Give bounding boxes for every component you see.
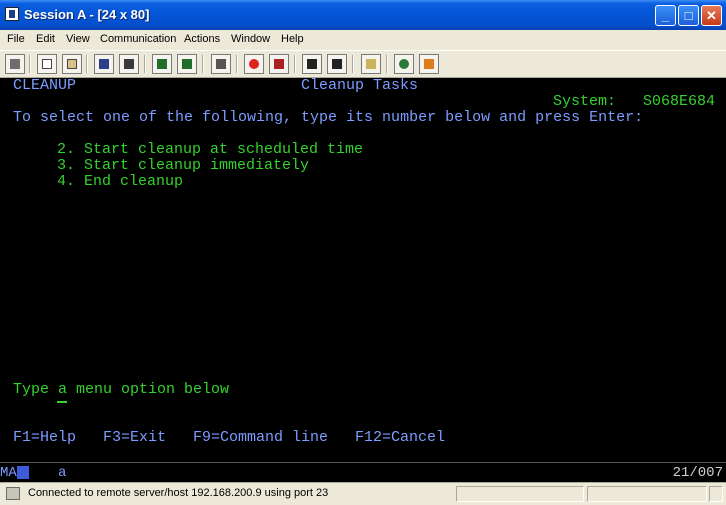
oia-mode-indicator: [17, 466, 29, 479]
title-bar[interactable]: Session A - [24 x 80] _ □ ✕: [0, 0, 726, 30]
toolbar-separator: [86, 55, 88, 73]
toolbar-separator: [386, 55, 388, 73]
status-bar: Connected to remote server/host 192.168.…: [0, 482, 726, 505]
resize-grip[interactable]: [709, 486, 723, 502]
function-key-f9[interactable]: F9=Command line: [193, 430, 328, 446]
toolbar-separator: [236, 55, 238, 73]
keyboard-icon[interactable]: [211, 54, 231, 74]
toolbar-separator: [29, 55, 31, 73]
oia-indicator: a: [58, 465, 67, 481]
function-key-f1[interactable]: F1=Help: [13, 430, 76, 446]
menu-option: 2. Start cleanup at scheduled time: [57, 141, 364, 158]
emulator-window: Session A - [24 x 80] _ □ ✕ File Edit Vi…: [0, 0, 726, 505]
oia-mode: MA: [0, 465, 17, 481]
close-button[interactable]: ✕: [701, 5, 722, 26]
status-message: Connected to remote server/host 192.168.…: [28, 487, 329, 499]
menu-help[interactable]: Help: [281, 33, 304, 45]
menu-window[interactable]: Window: [231, 33, 270, 45]
menu-file[interactable]: File: [7, 33, 25, 45]
system-label: System:: [553, 93, 617, 110]
clipboard-icon[interactable]: [361, 54, 381, 74]
step-macro-icon[interactable]: [327, 54, 347, 74]
status-pane: [456, 486, 584, 502]
menu-edit[interactable]: Edit: [36, 33, 55, 45]
record-macro-icon[interactable]: [244, 54, 264, 74]
minimize-button[interactable]: _: [655, 5, 676, 26]
function-key-f12[interactable]: F12=Cancel: [355, 430, 445, 446]
stop-macro-icon[interactable]: [269, 54, 289, 74]
status-pane: [587, 486, 707, 502]
receive-icon[interactable]: [119, 54, 139, 74]
send-icon[interactable]: [94, 54, 114, 74]
toolbar-separator: [144, 55, 146, 73]
menu-option: 3. Start cleanup immediately: [57, 157, 310, 174]
session-app-icon[interactable]: [5, 7, 19, 21]
toolbar-separator: [202, 55, 204, 73]
toolbar-separator: [352, 55, 354, 73]
paste-icon[interactable]: [62, 54, 82, 74]
config-icon[interactable]: [177, 54, 197, 74]
function-key-f3[interactable]: F3=Exit: [103, 430, 166, 446]
menu-name: CLEANUP: [13, 77, 77, 94]
option-input-field[interactable]: [57, 401, 67, 403]
globe-icon[interactable]: [394, 54, 414, 74]
option-prompt: Type a menu option below: [13, 381, 230, 398]
toolbar-separator: [294, 55, 296, 73]
help-ticket-icon[interactable]: [419, 54, 439, 74]
display-icon[interactable]: [152, 54, 172, 74]
connection-icon: [6, 487, 20, 500]
menu-actions[interactable]: Actions: [184, 33, 220, 45]
cursor-position: 21/007: [672, 465, 723, 481]
menu-option: 4. End cleanup: [57, 173, 184, 190]
menu-communication[interactable]: Communication: [100, 33, 176, 45]
play-macro-icon[interactable]: [302, 54, 322, 74]
instruction-text: To select one of the following, type its…: [13, 109, 644, 126]
window-title: Session A - [24 x 80]: [24, 7, 150, 22]
terminal-screen[interactable]: CLEANUP Cleanup Tasks System: S068E684 T…: [0, 78, 726, 462]
screen-title: Cleanup Tasks: [301, 77, 419, 94]
toolbar: [0, 50, 726, 78]
system-name: S068E684: [643, 93, 716, 110]
operator-info-area: MA a 21/007: [0, 462, 726, 482]
menu-bar: File Edit View Communication Actions Win…: [0, 30, 726, 50]
maximize-button[interactable]: □: [678, 5, 699, 26]
menu-view[interactable]: View: [66, 33, 90, 45]
print-screen-icon[interactable]: [5, 54, 25, 74]
copy-icon[interactable]: [37, 54, 57, 74]
